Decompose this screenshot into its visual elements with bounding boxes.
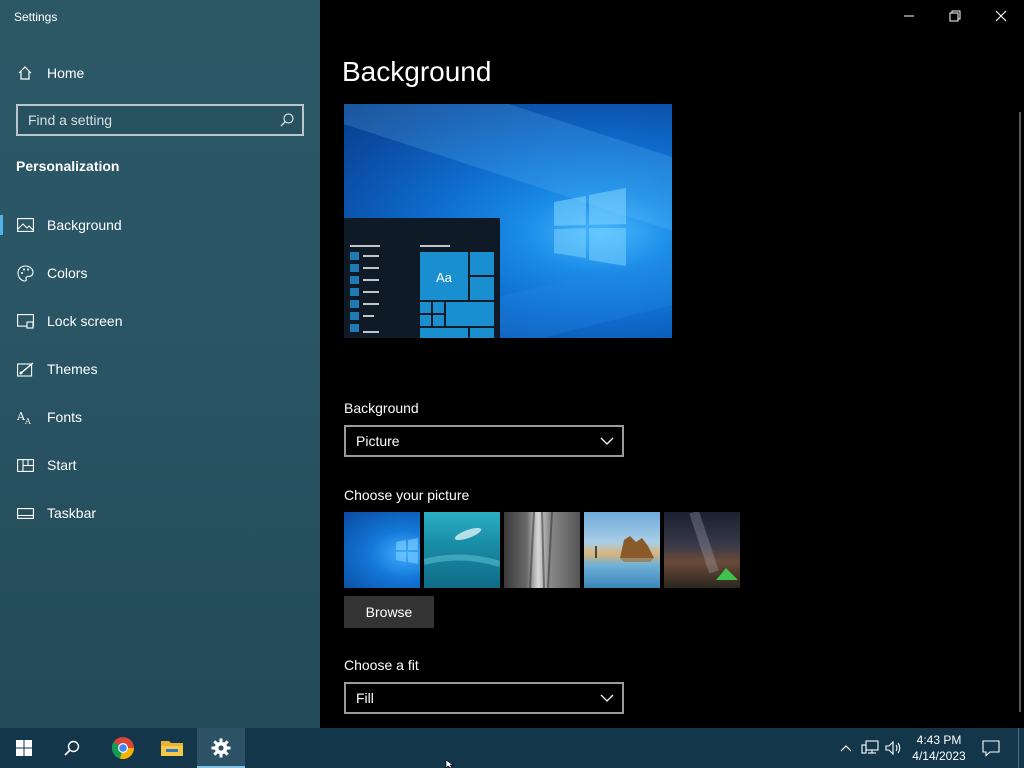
sidebar-item-label: Lock screen [47, 313, 123, 329]
network-icon [861, 740, 879, 754]
scrollbar[interactable] [1019, 112, 1021, 712]
search-placeholder: Find a setting [28, 112, 113, 128]
clock-time: 4:43 PM [916, 733, 962, 747]
choose-fit-label: Choose a fit [344, 657, 419, 673]
background-type-dropdown[interactable]: Picture [344, 425, 624, 457]
chevron-up-icon [840, 745, 852, 752]
preview-tile-text: Aa [436, 270, 452, 285]
sidebar-item-label: Start [47, 457, 77, 473]
svg-text:A: A [24, 417, 31, 425]
minimize-button[interactable] [886, 0, 932, 32]
folder-icon [161, 741, 183, 756]
dropdown-value: Picture [356, 433, 400, 449]
search-icon [279, 112, 295, 128]
section-heading: Personalization [16, 158, 120, 174]
mouse-cursor-icon [445, 760, 454, 768]
taskbar: 4:43 PM 4/14/2023 [0, 728, 1024, 768]
sidebar-item-label: Home [47, 65, 85, 81]
windows-logo-icon [554, 188, 626, 266]
sidebar-item-taskbar[interactable]: Taskbar [0, 491, 320, 535]
dropdown-value: Fill [356, 690, 374, 706]
picture-icon [16, 216, 34, 234]
sidebar-item-background[interactable]: Background [0, 203, 320, 247]
sidebar-item-label: Background [47, 217, 122, 233]
sidebar-item-label: Taskbar [47, 505, 97, 521]
minimize-icon [904, 15, 914, 17]
close-button[interactable] [978, 0, 1024, 32]
app-title: Settings [14, 10, 58, 24]
background-preview: Aa [344, 104, 672, 338]
restore-button[interactable] [932, 0, 978, 32]
taskbar-file-explorer-button[interactable] [148, 728, 196, 768]
picture-thumbnail-rock-cliff[interactable] [504, 512, 580, 588]
picture-thumbnail-windows[interactable] [344, 512, 420, 588]
home-icon [16, 64, 34, 82]
clock[interactable]: 4:43 PM 4/14/2023 [906, 732, 972, 764]
search-icon [64, 740, 80, 756]
picture-thumbnail-night-sky-tent[interactable] [664, 512, 740, 588]
sidebar-item-label: Fonts [47, 409, 83, 425]
fit-dropdown[interactable]: Fill [344, 682, 624, 714]
windows-start-icon [16, 740, 32, 756]
brush-icon [16, 360, 34, 378]
fonts-icon: AA [16, 408, 34, 426]
start-icon [16, 456, 34, 474]
chrome-icon [111, 737, 135, 760]
browse-button[interactable]: Browse [344, 596, 434, 628]
picture-thumbnail-beach-rocks[interactable] [584, 512, 660, 588]
preview-start-menu: Aa [344, 218, 500, 338]
sidebar-item-label: Colors [47, 265, 88, 281]
volume-button[interactable] [884, 738, 904, 758]
background-type-label: Background [344, 400, 419, 416]
start-button[interactable] [0, 728, 48, 768]
sidebar-item-fonts[interactable]: AA Fonts [0, 395, 320, 439]
taskbar-icon [16, 504, 34, 522]
speaker-icon [885, 740, 901, 756]
sidebar-item-themes[interactable]: Themes [0, 347, 320, 391]
sidebar-item-colors[interactable]: Colors [0, 251, 320, 295]
picture-thumbnail-underwater[interactable] [424, 512, 500, 588]
chevron-down-icon [600, 437, 614, 445]
gear-icon [211, 738, 231, 758]
action-center-button[interactable] [981, 738, 1001, 758]
sidebar-item-label: Themes [47, 361, 98, 377]
sidebar: Settings Home Find a setting Personaliza… [0, 0, 320, 728]
chevron-down-icon [600, 694, 614, 702]
show-hidden-icons-button[interactable] [836, 738, 856, 758]
notification-icon [982, 740, 1000, 757]
close-icon [995, 10, 1007, 22]
sidebar-item-home[interactable]: Home [0, 51, 320, 95]
network-button[interactable] [860, 738, 880, 758]
show-desktop-button[interactable] [1018, 728, 1019, 768]
sidebar-item-lock-screen[interactable]: Lock screen [0, 299, 320, 343]
lock-screen-icon [16, 312, 34, 330]
search-input[interactable]: Find a setting [16, 104, 304, 136]
palette-icon [16, 264, 34, 282]
restore-icon [949, 10, 961, 22]
choose-picture-label: Choose your picture [344, 487, 470, 503]
sidebar-item-start[interactable]: Start [0, 443, 320, 487]
taskbar-search-button[interactable] [48, 728, 96, 768]
taskbar-chrome-button[interactable] [99, 728, 147, 768]
taskbar-settings-button[interactable] [197, 728, 245, 768]
page-title: Background [342, 56, 492, 87]
clock-date: 4/14/2023 [912, 749, 966, 763]
